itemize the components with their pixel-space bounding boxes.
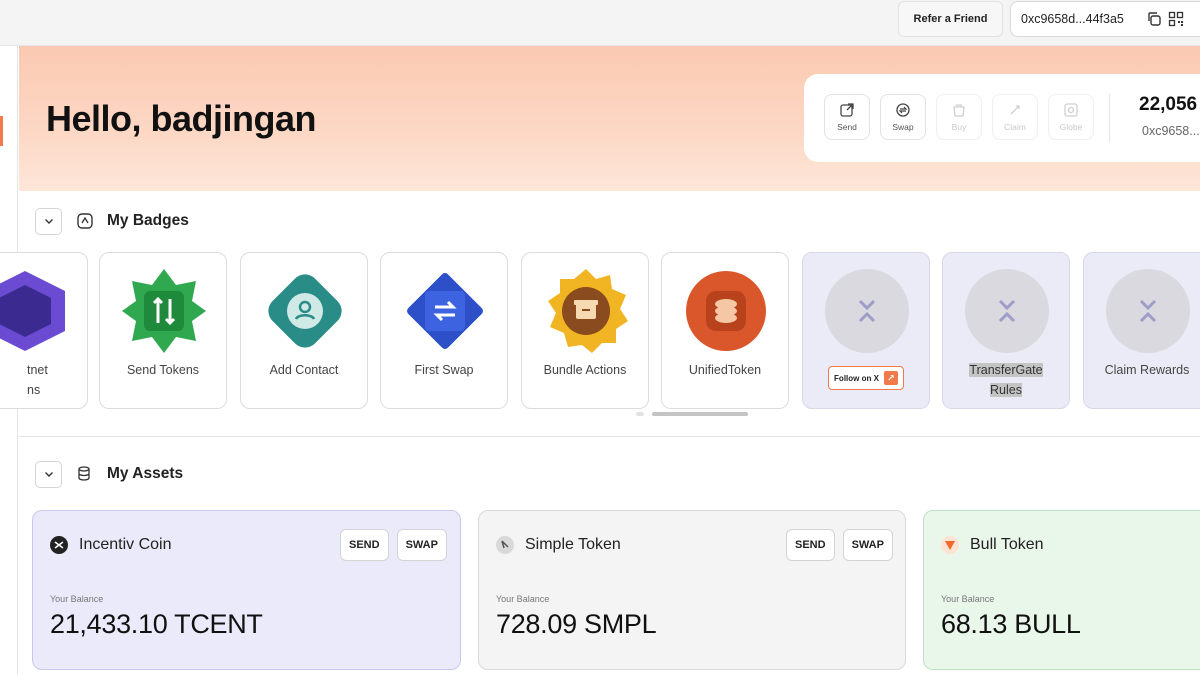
swap-icon [896,103,910,117]
assets-section-header: My Assets [35,460,183,488]
locked-badge-icon [1106,269,1190,353]
asset-card-incentiv: Incentiv Coin SEND SWAP Your Balance 21,… [32,510,461,670]
send-button[interactable]: SEND [786,529,835,561]
rail-active-marker [0,116,3,146]
swap-action-button[interactable]: Swap [880,94,926,140]
balance-label: Your Balance [496,594,550,604]
wallet-address-pill[interactable]: 0xc9658d...44f3a5 [1010,1,1200,37]
wallet-address: 0xc9658d...44f3a5 [1021,12,1124,26]
total-balance: 22,056 [1139,94,1198,115]
scrollbar-thumb[interactable] [652,412,748,416]
greeting-title: Hello, badjingan [46,98,317,139]
coins-stack-icon [75,464,95,484]
badge-label: UnifiedToken [688,363,762,377]
claim-action-button[interactable]: Claim [992,94,1038,140]
asset-balance: 728.09 SMPL [496,609,657,639]
claim-icon [1010,105,1020,115]
badge-label: Send Tokens [126,363,200,377]
asset-balance: 21,433.10 TCENT [50,609,263,639]
swap-button[interactable]: SWAP [842,529,893,561]
badge-card[interactable]: Send Tokens [99,252,227,409]
chevron-down-icon [44,219,53,224]
badge-card-locked[interactable]: Claim Rewards [1083,252,1200,409]
badge-card[interactable]: Bundle Actions [521,252,649,409]
copy-icon[interactable] [1145,10,1163,28]
badge-icon [75,211,95,231]
blue-swap-badge-icon [407,273,483,349]
incentiv-logo-icon [49,535,69,555]
badge-card[interactable]: tnet ns [0,252,88,409]
gold-box-badge-icon [548,269,628,353]
buy-action-button[interactable]: Buy [936,94,982,140]
quick-actions-card: Send Swap Buy Claim Globe 22,056 0xc9658… [804,74,1200,162]
balance-label: Your Balance [941,594,995,604]
simple-token-logo-icon [495,535,515,555]
swap-button[interactable]: SWAP [396,529,447,561]
refer-friend-button[interactable]: Refer a Friend [898,1,1003,37]
top-bar: Refer a Friend 0xc9658d...44f3a5 [0,0,1200,46]
badge-card-locked[interactable]: TransferGate Rules [942,252,1070,409]
badge-label: First Swap [414,363,474,377]
asset-card-bull: Bull Token Your Balance 68.13 BULL [923,510,1200,670]
hero-banner: Hello, badjingan Send Swap Buy Claim Glo… [19,46,1200,191]
follow-on-x-label: Follow on X [834,373,879,383]
asset-balance: 68.13 BULL [941,609,1081,639]
send-action-label: Send [837,122,857,132]
asset-card-simple: Simple Token SEND SWAP Your Balance 728.… [478,510,906,670]
badge-card[interactable]: Add Contact [240,252,368,409]
follow-on-x-button[interactable]: Follow on X ↗ [828,366,904,390]
locked-badge-icon [965,269,1049,353]
qr-code-icon[interactable] [1167,10,1185,28]
badge-card[interactable]: First Swap [380,252,508,409]
asset-name: Simple Token [525,536,621,553]
green-star-badge-icon [122,269,206,353]
globe-action-label: Globe [1059,122,1083,132]
badge-card-locked[interactable]: Follow on X ↗ [802,252,930,409]
send-icon [840,103,854,117]
purple-badge-icon [0,271,65,351]
buy-action-label: Buy [951,122,967,132]
badges-section-header: My Badges [35,207,189,235]
claim-action-label: Claim [1004,122,1026,132]
badge-label: Claim Rewards [1104,363,1190,377]
asset-name: Incentiv Coin [79,536,172,553]
external-link-icon: ↗ [883,371,898,385]
badge-label: tnet ns [27,363,48,397]
teal-user-badge-icon [268,274,342,348]
badge-card[interactable]: UnifiedToken [661,252,789,409]
asset-name: Bull Token [970,536,1044,553]
badges-scrollbar[interactable] [636,412,748,416]
orange-coins-badge-icon [686,271,766,351]
locked-badge-icon [825,269,909,353]
assets-section-title: My Assets [107,465,184,482]
badges-section-title: My Badges [107,212,189,229]
bull-token-logo-icon [940,535,960,555]
badges-collapse-button[interactable] [35,207,62,235]
send-button[interactable]: SEND [340,529,389,561]
badge-label: Bundle Actions [543,363,627,377]
card-address: 0xc9658... [1142,124,1200,138]
badge-label: Add Contact [269,363,339,377]
swap-action-label: Swap [892,122,914,132]
balance-label: Your Balance [50,594,104,604]
card-divider [1109,94,1110,142]
buy-icon [953,104,965,117]
section-divider [19,436,1200,437]
badge-label: TransferGate Rules [969,363,1043,397]
chevron-down-icon [44,472,53,477]
assets-collapse-button[interactable] [35,460,62,488]
globe-icon [1064,103,1078,117]
scrollbar-dot [636,412,644,416]
send-action-button[interactable]: Send [824,94,870,140]
globe-action-button[interactable]: Globe [1048,94,1094,140]
